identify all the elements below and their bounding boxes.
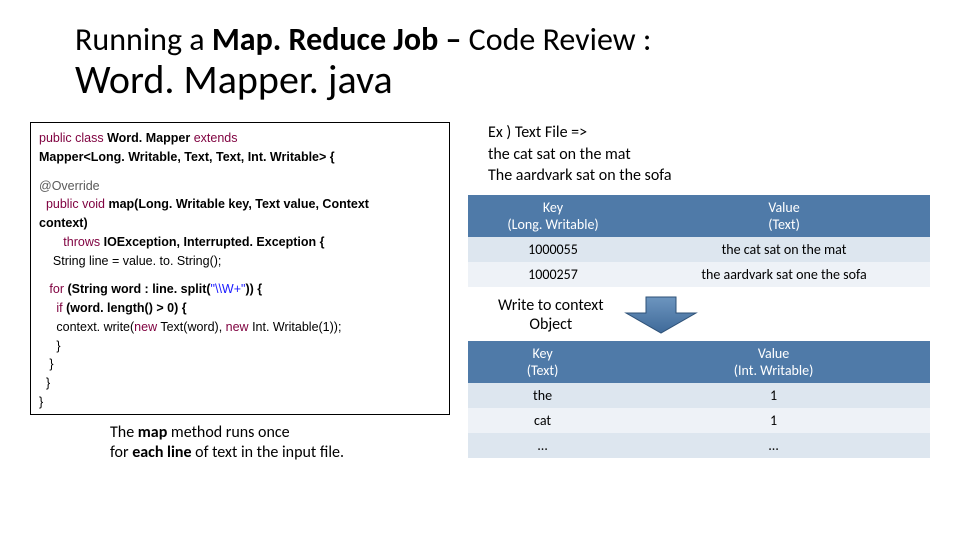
table-row: the1 [468, 383, 930, 408]
slide-title: Running a Map. Reduce Job – Code Review … [75, 20, 930, 104]
footnote: The map method runs once for each line o… [110, 423, 450, 465]
table-row: 1000055the cat sat on the mat [468, 237, 930, 262]
code-box: public class Word. Mapper extends Mapper… [30, 122, 450, 415]
title-line-2: Word. Mapper. java [75, 55, 930, 104]
table-row: cat1 [468, 408, 930, 433]
table2-header-value: Value(Int. Writable) [617, 341, 930, 383]
table-row: …… [468, 433, 930, 458]
arrow-down-icon [616, 295, 706, 335]
table2-header-key: Key(Text) [468, 341, 617, 383]
title-line-1: Running a Map. Reduce Job – Code Review … [75, 20, 930, 59]
table1-header-value: Value(Text) [638, 195, 930, 237]
write-to-context: Write to context Object [498, 295, 930, 335]
table-row: 1000257the aardvark sat one the sofa [468, 262, 930, 287]
title-suffix: Code Review : [469, 20, 652, 59]
table-output: Key(Text) Value(Int. Writable) the1 cat1… [468, 341, 930, 458]
table1-header-key: Key(Long. Writable) [468, 195, 638, 237]
title-bold: Map. Reduce Job – [212, 20, 469, 59]
title-prefix: Running a [75, 20, 212, 59]
example-text: Ex ) Text File => the cat sat on the mat… [488, 122, 930, 187]
table-input: Key(Long. Writable) Value(Text) 1000055t… [468, 195, 930, 287]
